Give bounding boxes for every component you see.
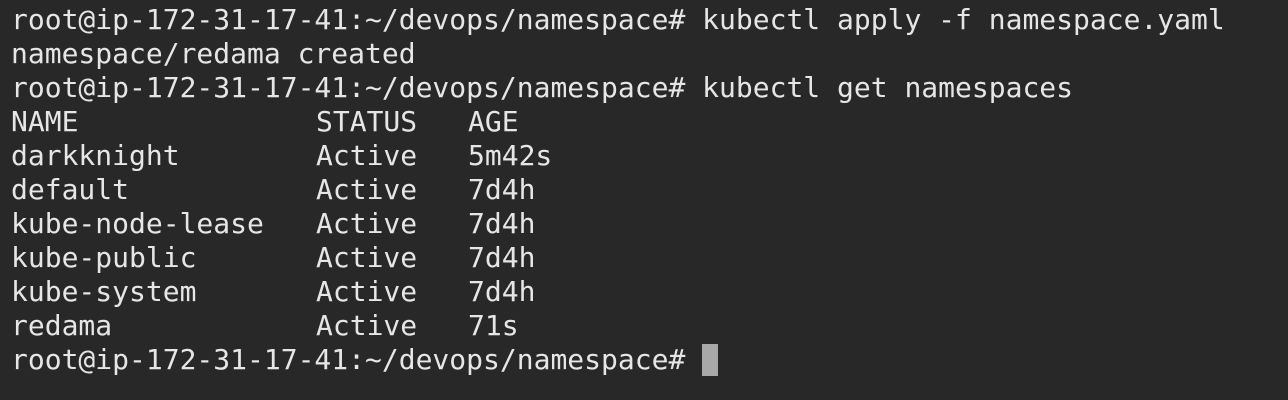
table-row: default Active 7d4h xyxy=(11,173,1288,207)
namespace-status: Active xyxy=(316,139,418,172)
command-output: namespace/redama created xyxy=(11,37,416,70)
namespace-status: Active xyxy=(316,309,418,342)
terminal-window[interactable]: root@ip-172-31-17-41:~/devops/namespace#… xyxy=(0,0,1288,400)
shell-prompt: root@ip-172-31-17-41:~/devops/namespace# xyxy=(11,3,686,36)
column-header-status: STATUS xyxy=(316,105,418,138)
table-header: NAME STATUS AGE xyxy=(11,105,1288,139)
namespace-status: Active xyxy=(316,207,418,240)
namespace-status: Active xyxy=(316,173,418,206)
command-line-apply: root@ip-172-31-17-41:~/devops/namespace#… xyxy=(11,3,1288,37)
namespace-age: 7d4h xyxy=(468,275,536,308)
command-text: kubectl get namespaces xyxy=(702,71,1074,104)
command-line-get: root@ip-172-31-17-41:~/devops/namespace#… xyxy=(11,71,1288,105)
column-header-name: NAME xyxy=(11,105,79,138)
column-header-age: AGE xyxy=(468,105,519,138)
shell-prompt: root@ip-172-31-17-41:~/devops/namespace# xyxy=(11,343,686,376)
namespace-name: kube-public xyxy=(11,241,197,274)
cursor-block xyxy=(702,344,719,376)
namespace-name: redama xyxy=(11,309,113,342)
table-row: darkknight Active 5m42s xyxy=(11,139,1288,173)
table-row: kube-public Active 7d4h xyxy=(11,241,1288,275)
shell-prompt: root@ip-172-31-17-41:~/devops/namespace# xyxy=(11,71,686,104)
namespace-age: 71s xyxy=(468,309,519,342)
namespace-name: kube-system xyxy=(11,275,197,308)
output-line: namespace/redama created xyxy=(11,37,1288,71)
namespace-age: 7d4h xyxy=(468,241,536,274)
namespace-name: kube-node-lease xyxy=(11,207,264,240)
namespace-status: Active xyxy=(316,275,418,308)
active-prompt-line[interactable]: root@ip-172-31-17-41:~/devops/namespace# xyxy=(11,343,1288,377)
table-row: kube-node-lease Active 7d4h xyxy=(11,207,1288,241)
namespace-age: 5m42s xyxy=(468,139,553,172)
command-text: kubectl apply -f namespace.yaml xyxy=(702,3,1225,36)
table-row: kube-system Active 7d4h xyxy=(11,275,1288,309)
table-row: redama Active 71s xyxy=(11,309,1288,343)
namespace-name: default xyxy=(11,173,130,206)
namespace-age: 7d4h xyxy=(468,173,536,206)
namespace-status: Active xyxy=(316,241,418,274)
namespace-name: darkknight xyxy=(11,139,180,172)
namespace-age: 7d4h xyxy=(468,207,536,240)
